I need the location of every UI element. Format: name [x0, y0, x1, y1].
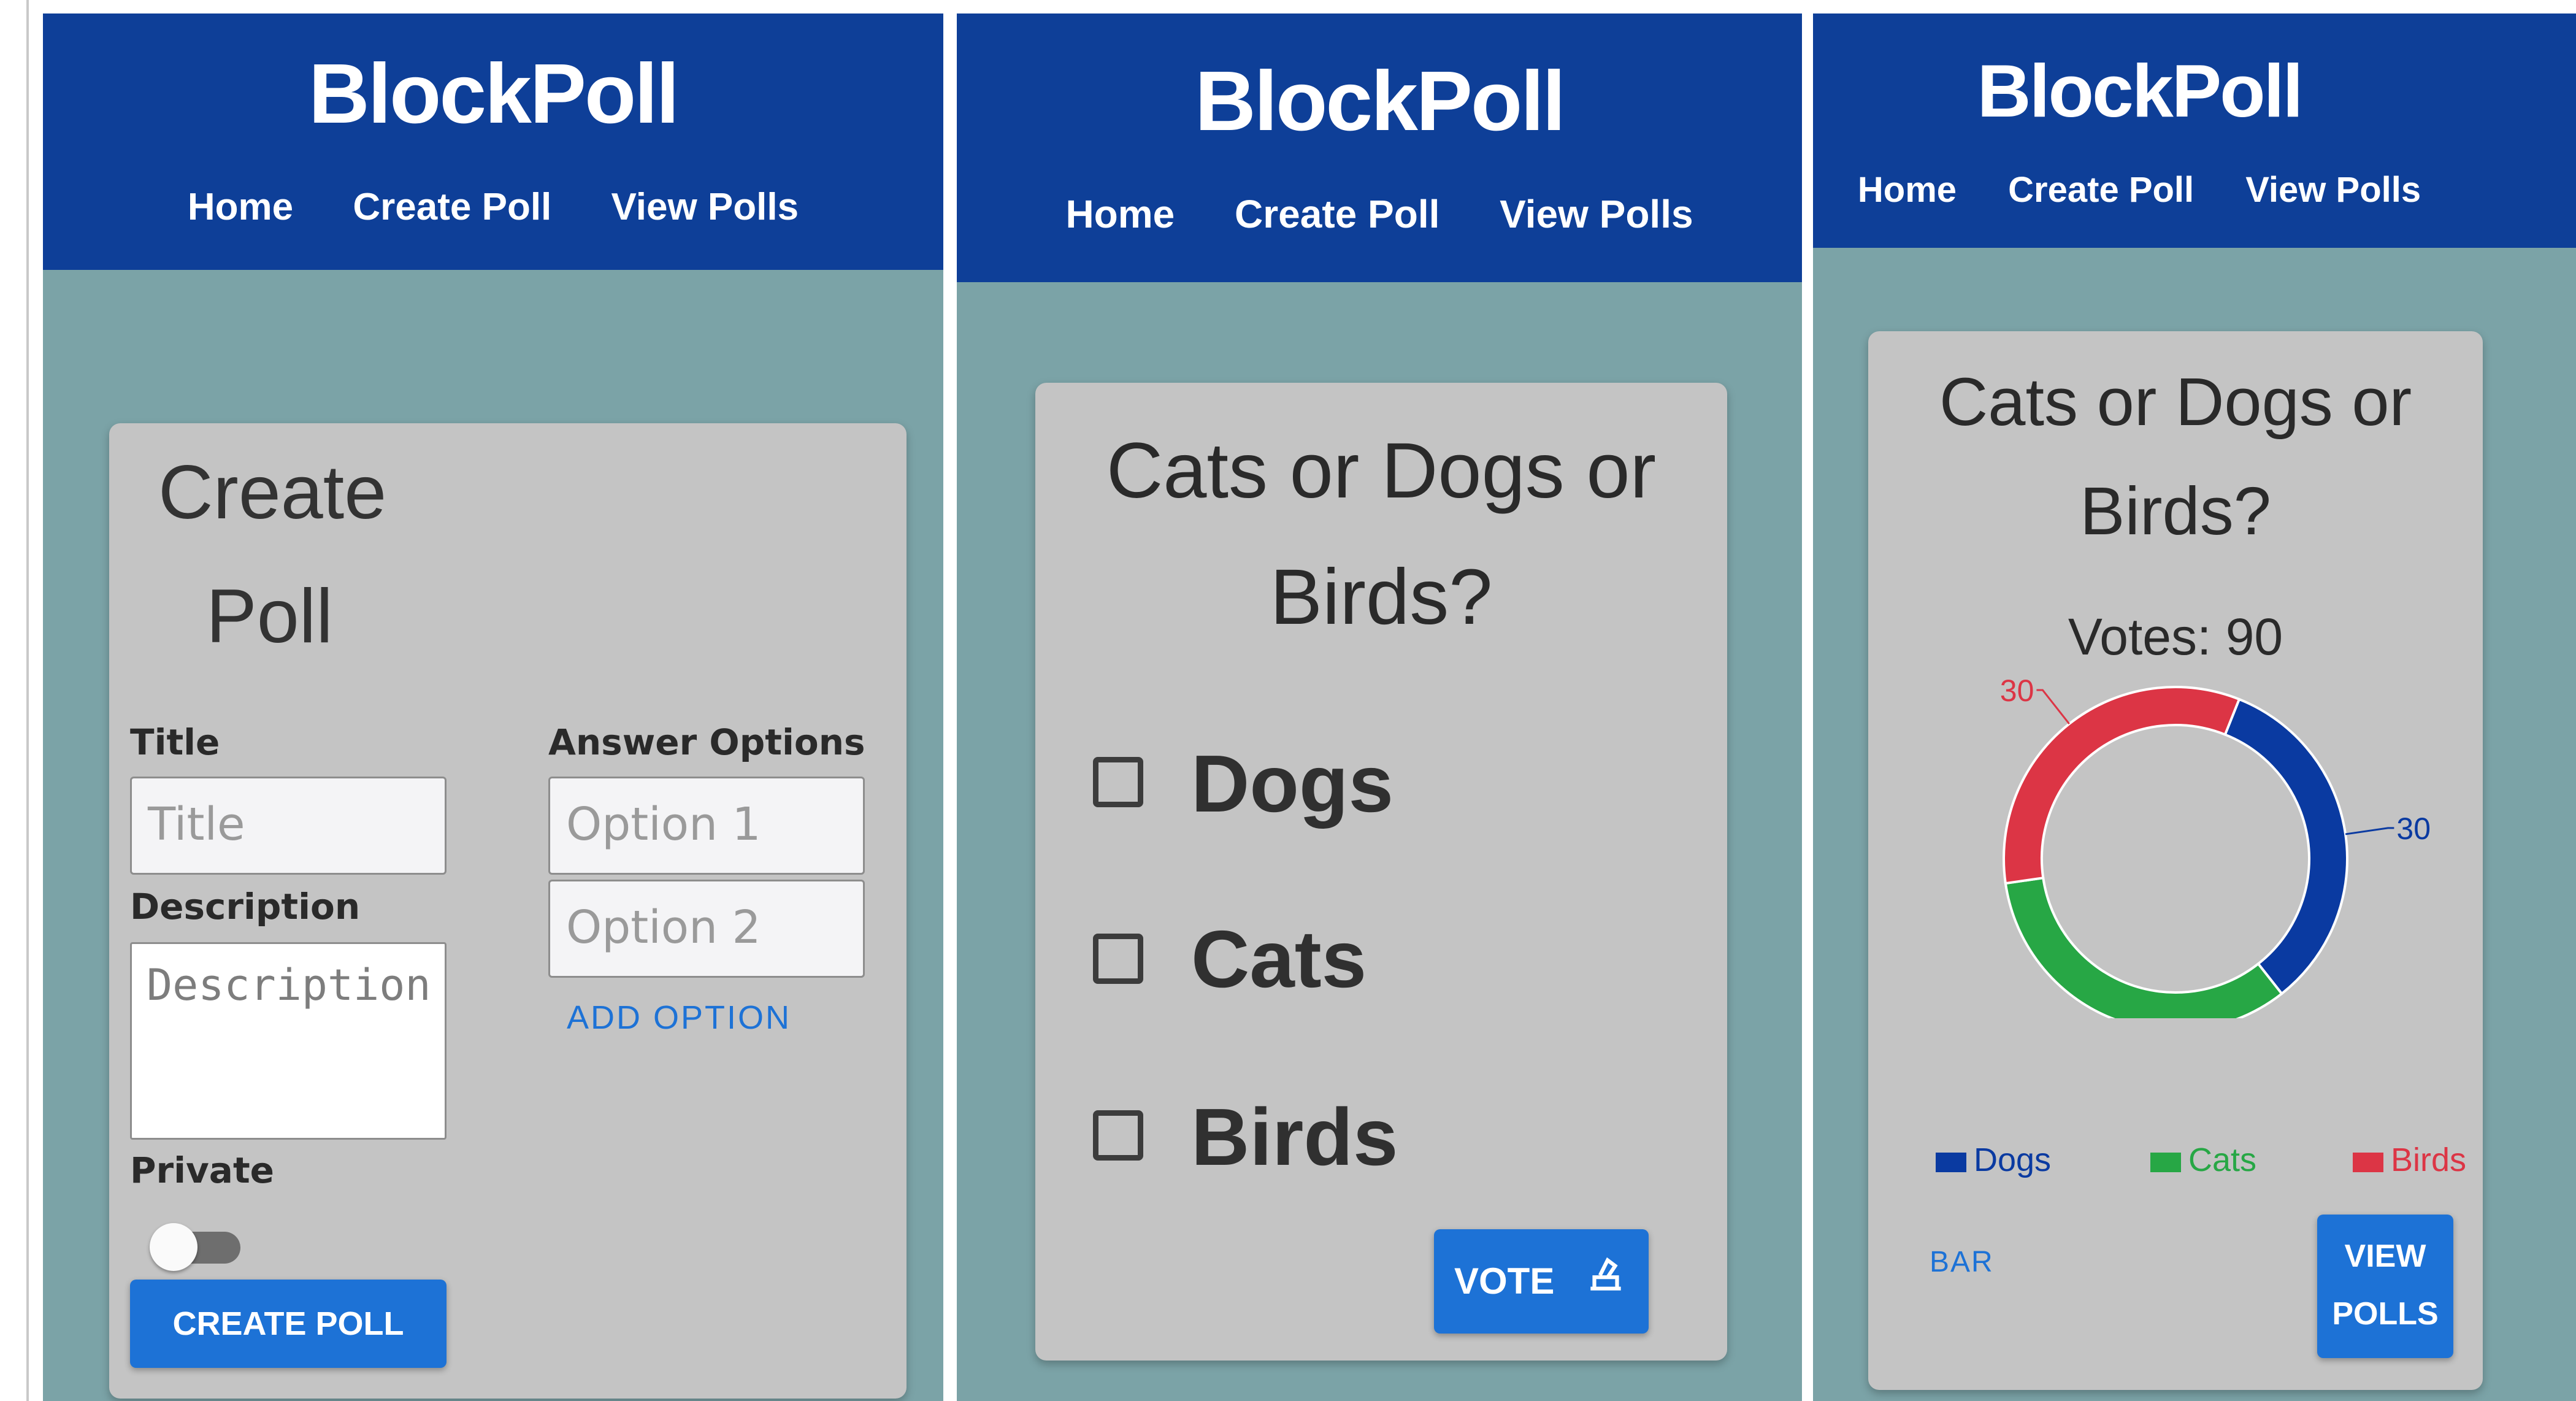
nav-create-poll[interactable]: Create Poll: [1235, 191, 1439, 237]
legend-label-dogs: Dogs: [1974, 1142, 2052, 1178]
nav-bar: Home Create Poll View Polls: [1813, 169, 2521, 210]
checkbox-dogs[interactable]: [1093, 757, 1143, 807]
nav-bar: Home Create Poll View Polls: [43, 185, 943, 229]
create-title-line1: Create: [158, 450, 387, 535]
results-card: Cats or Dogs or Birds? Votes: 90 303030 …: [1868, 331, 2483, 1390]
create-poll-screen: BlockPoll Home Create Poll View Polls Cr…: [43, 13, 943, 1401]
title-input[interactable]: Title: [130, 777, 447, 875]
add-option-button[interactable]: ADD OPTION: [567, 999, 791, 1037]
option-label-birds[interactable]: Birds: [1191, 1091, 1398, 1183]
nav-home[interactable]: Home: [188, 185, 293, 229]
create-poll-button[interactable]: CREATE POLL: [130, 1280, 447, 1368]
bar-toggle-button[interactable]: BAR: [1930, 1245, 1994, 1279]
page-title: [109, 423, 907, 424]
nav-create-poll[interactable]: Create Poll: [353, 185, 551, 229]
ballot-icon: [1583, 1232, 1628, 1336]
option-2-input[interactable]: Option 2: [548, 880, 865, 978]
legend-label-cats: Cats: [2188, 1142, 2257, 1178]
private-toggle[interactable]: [150, 1218, 240, 1271]
description-label: Description: [130, 886, 361, 927]
vote-card: Cats or Dogs or Birds? Dogs Cats Birds V…: [1035, 383, 1727, 1361]
option-1-input[interactable]: Option 1: [548, 777, 865, 875]
vote-screen: BlockPoll Home Create Poll View Polls Ca…: [957, 13, 1802, 1401]
nav-home[interactable]: Home: [1065, 191, 1175, 237]
private-label: Private: [130, 1150, 275, 1191]
legend-swatch-cats: [2150, 1152, 2181, 1172]
app-header: BlockPoll Home Create Poll View Polls: [1813, 13, 2576, 248]
donut-slice-dogs[interactable]: [2223, 697, 2348, 996]
view-polls-line1: VIEW: [2344, 1238, 2426, 1274]
vote-button-label: VOTE: [1454, 1261, 1555, 1302]
donut-slice-cats[interactable]: [2004, 876, 2284, 1018]
nav-home[interactable]: Home: [1858, 169, 1957, 210]
poll-question-line2: Birds?: [2080, 474, 2271, 549]
brand-logo[interactable]: BlockPoll: [957, 53, 1802, 150]
data-label-dogs: 30: [2396, 812, 2431, 846]
legend-swatch-birds: [2353, 1152, 2383, 1172]
toggle-thumb: [150, 1223, 197, 1271]
legend-item-cats[interactable]: Cats: [2150, 1141, 2256, 1179]
poll-question-line1: Cats or Dogs or: [1106, 427, 1657, 515]
description-textarea[interactable]: Description: [130, 942, 447, 1140]
vote-button[interactable]: VOTE: [1434, 1229, 1649, 1334]
donut-chart: 303030: [2000, 675, 2431, 1018]
checkbox-birds[interactable]: [1093, 1110, 1143, 1161]
data-label-birds: 30: [2000, 675, 2034, 708]
label-line-birds: [2036, 689, 2070, 724]
nav-view-polls[interactable]: View Polls: [1500, 191, 1693, 237]
create-title-line2: Poll: [206, 574, 333, 659]
legend-label-birds: Birds: [2391, 1142, 2467, 1178]
answer-options-label: Answer Options: [548, 721, 865, 763]
brand-logo[interactable]: BlockPoll: [1813, 48, 2521, 134]
view-polls-button[interactable]: VIEW POLLS: [2317, 1215, 2453, 1358]
votes-count: Votes: 90: [2068, 608, 2283, 666]
title-label: Title: [130, 721, 220, 763]
legend-item-birds[interactable]: Birds: [2353, 1141, 2466, 1179]
brand-logo[interactable]: BlockPoll: [43, 45, 943, 143]
nav-create-poll[interactable]: Create Poll: [2008, 169, 2194, 210]
nav-bar: Home Create Poll View Polls: [957, 191, 1802, 237]
app-header: BlockPoll Home Create Poll View Polls: [957, 13, 1802, 282]
view-polls-line2: POLLS: [2332, 1296, 2439, 1332]
checkbox-cats[interactable]: [1093, 934, 1143, 984]
app-header: BlockPoll Home Create Poll View Polls: [43, 13, 943, 270]
nav-view-polls[interactable]: View Polls: [2245, 169, 2421, 210]
option-label-cats[interactable]: Cats: [1191, 913, 1367, 1005]
nav-view-polls[interactable]: View Polls: [611, 185, 799, 229]
poll-question-line2: Birds?: [1270, 553, 1493, 641]
donut-slice-birds[interactable]: [2003, 686, 2241, 885]
option-label-dogs[interactable]: Dogs: [1191, 737, 1393, 830]
legend-item-dogs[interactable]: Dogs: [1936, 1141, 2051, 1179]
window-border: [26, 0, 29, 1401]
create-poll-card: Create Poll Title Title Description Desc…: [109, 423, 907, 1399]
label-line-dogs: [2345, 827, 2394, 835]
chart-legend: Dogs Cats Birds: [1868, 1141, 2483, 1190]
results-screen: BlockPoll Home Create Poll View Polls Ca…: [1813, 13, 2576, 1401]
legend-swatch-dogs: [1936, 1152, 1966, 1172]
poll-question-line1: Cats or Dogs or: [1939, 364, 2412, 440]
